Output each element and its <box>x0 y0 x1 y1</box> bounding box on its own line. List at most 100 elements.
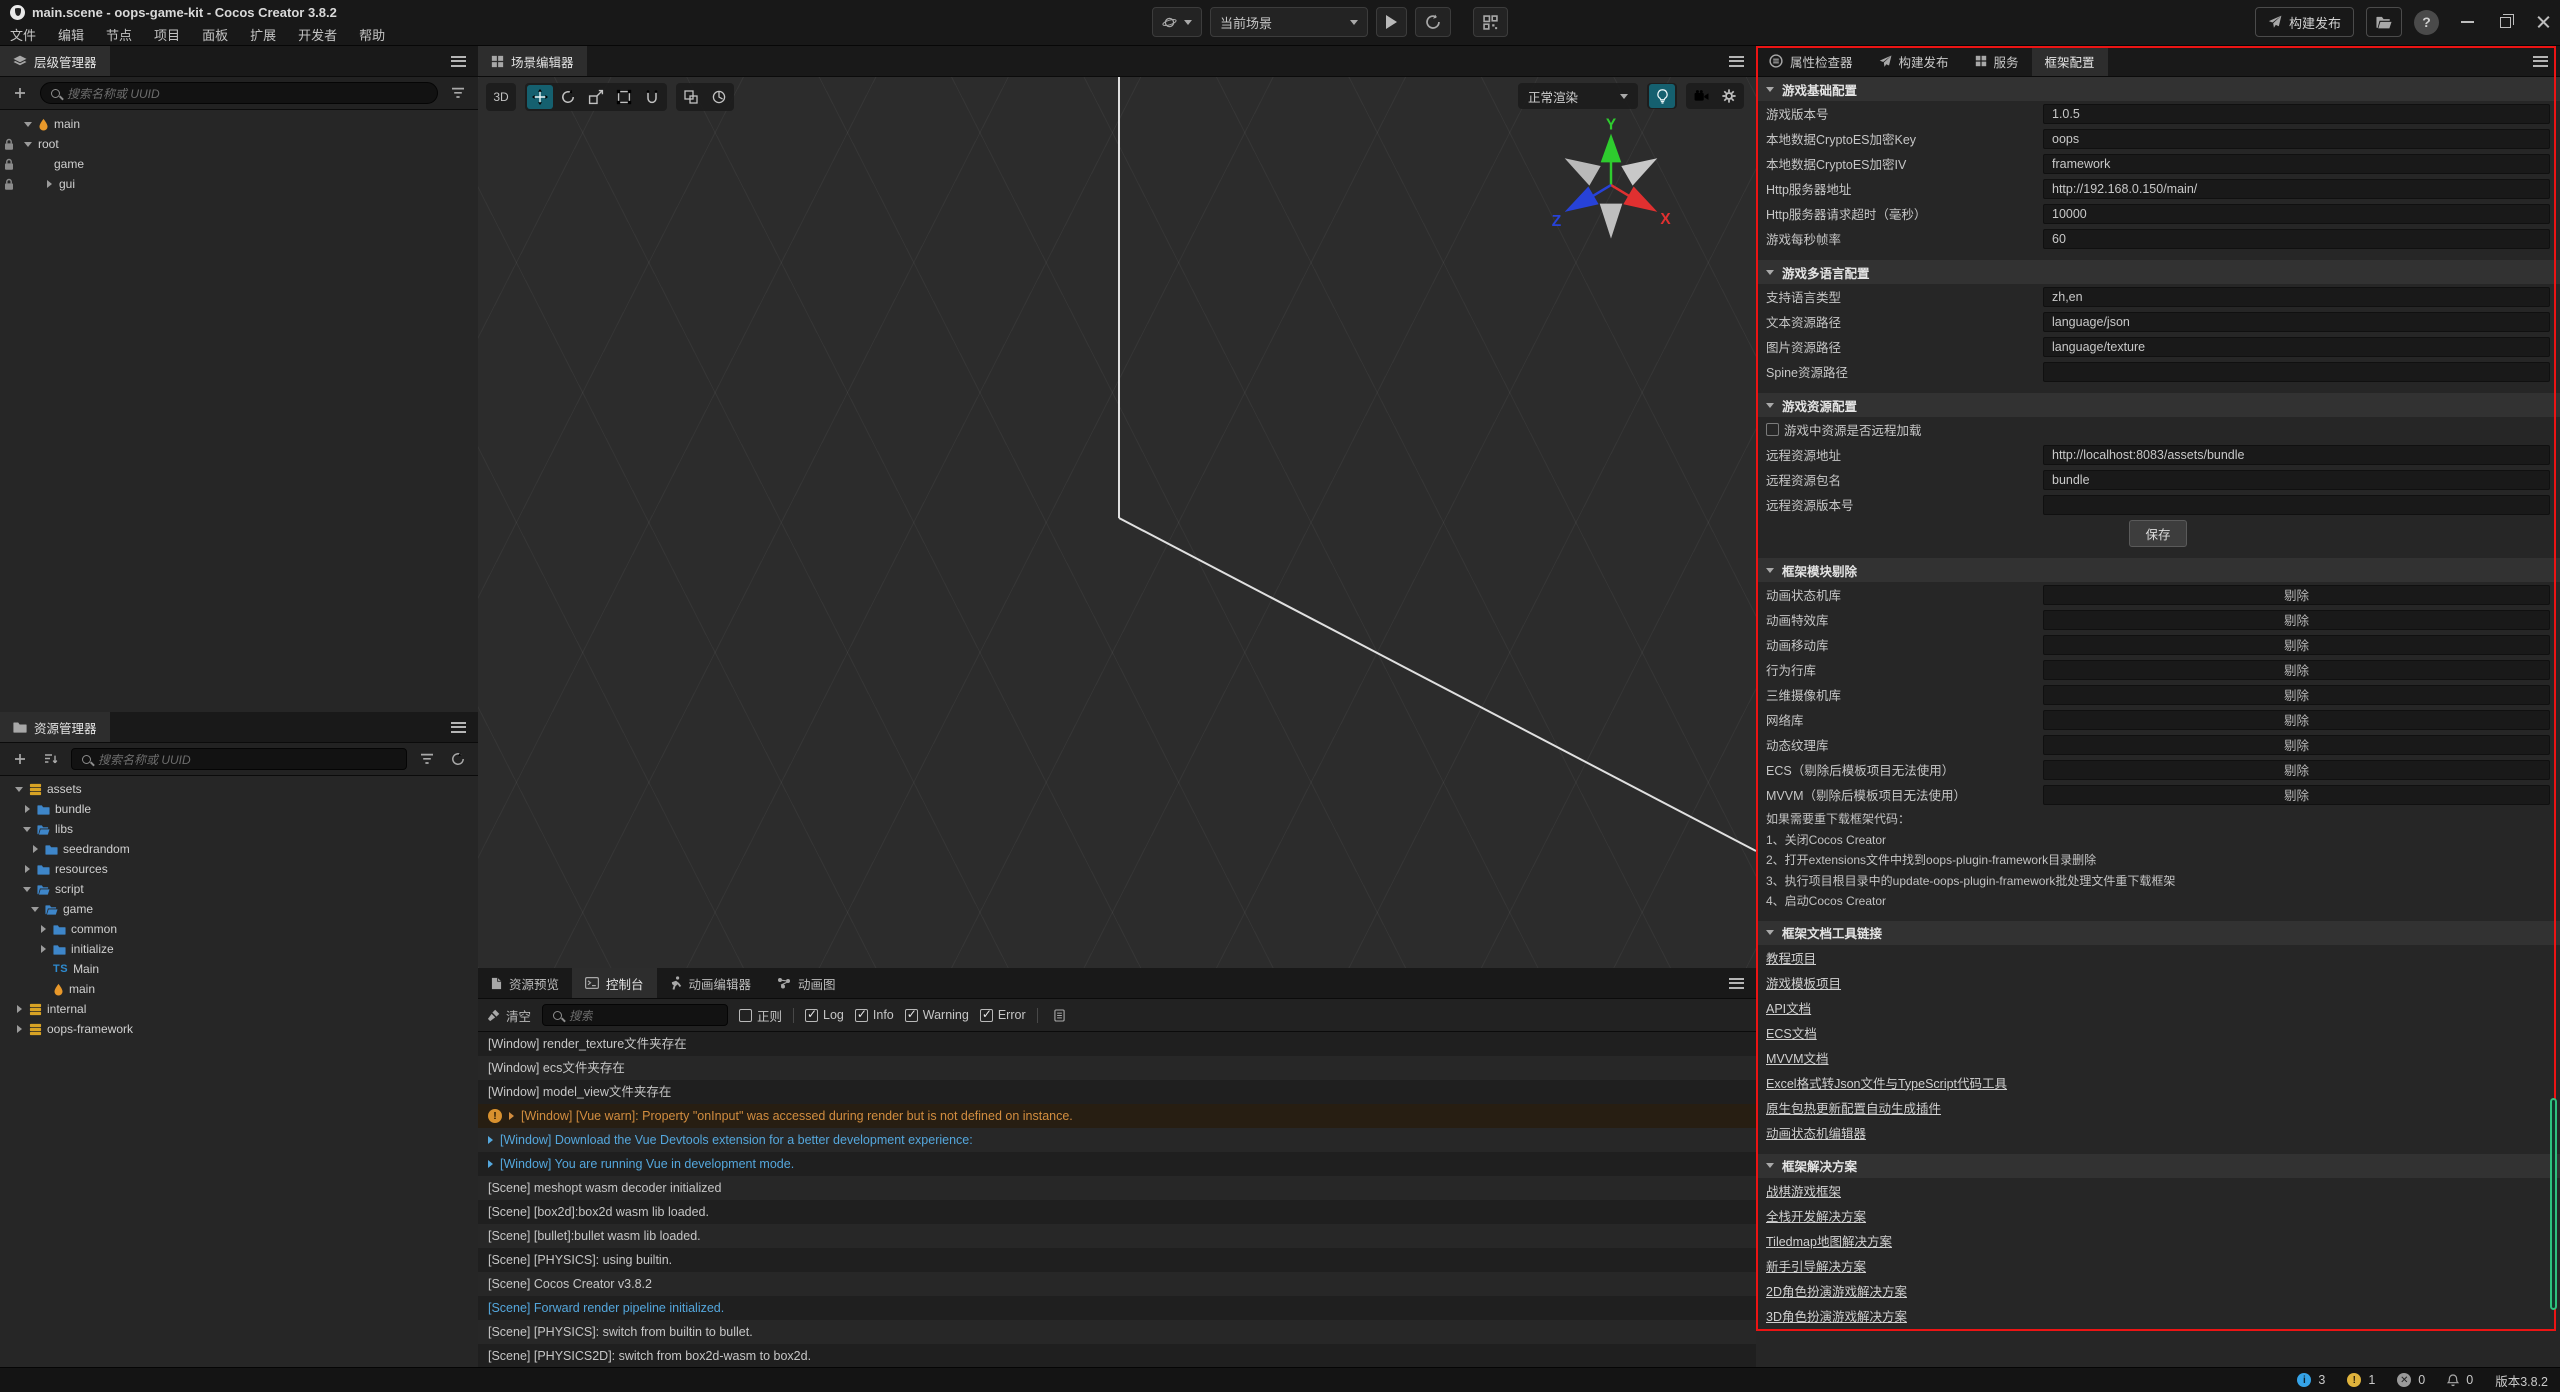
coordinate-toggle-button[interactable] <box>706 85 732 109</box>
hierarchy-node-main[interactable]: main <box>0 114 478 134</box>
filter-error-checkbox[interactable]: Error <box>980 1008 1026 1022</box>
play-button[interactable] <box>1376 7 1407 37</box>
window-close-button[interactable] <box>2537 16 2550 29</box>
remote-bundle-name-input[interactable]: bundle <box>2043 470 2550 490</box>
hierarchy-node-root[interactable]: root <box>0 134 478 154</box>
log-detail-button[interactable] <box>1049 1004 1071 1026</box>
log-row[interactable]: [Scene] meshopt wasm decoder initialized <box>478 1176 1756 1200</box>
render-mode-select[interactable]: 正常渲染 <box>1518 83 1638 109</box>
log-row-warning[interactable]: ! [Window] [Vue warn]: Property "onInput… <box>478 1104 1756 1128</box>
console-search-input[interactable]: 搜索 <box>542 1004 728 1026</box>
axis-gizmo[interactable]: Y X Z <box>1536 113 1686 253</box>
save-button[interactable]: 保存 <box>2129 520 2186 547</box>
section-module-strip[interactable]: 框架模块剔除 <box>1756 558 2560 582</box>
log-row-info[interactable]: [Scene] Forward render pipeline initiali… <box>478 1296 1756 1320</box>
filter-info-checkbox[interactable]: Info <box>855 1008 894 1022</box>
image-res-path-input[interactable]: language/texture <box>2043 337 2550 357</box>
language-types-input[interactable]: zh,en <box>2043 287 2550 307</box>
scene-settings-button[interactable] <box>1716 84 1742 108</box>
log-row[interactable]: [Scene] [PHYSICS2D]: switch from box2d-w… <box>478 1344 1756 1367</box>
link-anim-state-editor[interactable]: 动画状态机编辑器 <box>1766 1123 1866 1142</box>
asset-node-common[interactable]: common <box>0 919 478 939</box>
link-wargame-framework[interactable]: 战棋游戏框架 <box>1766 1181 1841 1200</box>
assets-refresh-button[interactable] <box>447 748 469 770</box>
hierarchy-menu-icon[interactable] <box>451 56 466 67</box>
pivot-toggle-button[interactable] <box>678 85 704 109</box>
tab-framework-config[interactable]: 框架配置 <box>2032 46 2108 76</box>
hierarchy-tab[interactable]: 层级管理器 <box>0 46 110 76</box>
build-publish-button[interactable]: 构建发布 <box>2255 7 2354 37</box>
regex-checkbox[interactable]: 正则 <box>739 1006 782 1025</box>
link-api-doc[interactable]: API文档 <box>1766 998 1811 1017</box>
log-row[interactable]: [Scene] [PHYSICS]: using builtin. <box>478 1248 1756 1272</box>
log-row[interactable]: [Window] model_view文件夹存在 <box>478 1080 1756 1104</box>
tab-services[interactable]: 服务 <box>1962 46 2032 76</box>
asset-node-resources[interactable]: resources <box>0 859 478 879</box>
create-asset-button[interactable] <box>9 748 31 770</box>
expand-chevron-icon[interactable] <box>509 1112 514 1120</box>
strip-module-button[interactable]: 剔除 <box>2043 710 2550 730</box>
asset-node-bundle[interactable]: bundle <box>0 799 478 819</box>
projection-3d-button[interactable]: 3D <box>488 85 514 109</box>
remote-res-version-input[interactable] <box>2043 495 2550 515</box>
section-doc-links[interactable]: 框架文档工具链接 <box>1756 921 2560 945</box>
expand-chevron-icon[interactable] <box>488 1160 493 1168</box>
filter-log-checkbox[interactable]: Log <box>805 1008 844 1022</box>
log-row[interactable]: [Window] ecs文件夹存在 <box>478 1056 1756 1080</box>
log-row[interactable]: [Scene] [box2d]:box2d wasm lib loaded. <box>478 1200 1756 1224</box>
console-log-list[interactable]: [Window] render_texture文件夹存在 [Window] ec… <box>478 1032 1756 1367</box>
asset-node-assets[interactable]: assets <box>0 779 478 799</box>
open-project-folder-button[interactable] <box>2366 7 2402 37</box>
link-hotupdate-plugin[interactable]: 原生包热更新配置自动生成插件 <box>1766 1098 1941 1117</box>
scene-menu-icon[interactable] <box>1729 56 1744 67</box>
assets-filter-button[interactable] <box>416 748 438 770</box>
link-2d-rpg-solution[interactable]: 2D角色扮演游戏解决方案 <box>1766 1281 1907 1300</box>
menu-project[interactable]: 项目 <box>154 25 180 44</box>
hierarchy-search-input[interactable]: 搜索名称或 UUID <box>40 82 438 104</box>
asset-node-oops-framework[interactable]: oops-framework <box>0 1019 478 1039</box>
clear-console-button[interactable]: 清空 <box>487 1006 531 1025</box>
config-menu-icon[interactable] <box>2533 56 2548 67</box>
log-row[interactable]: [Scene] Cocos Creator v3.8.2 <box>478 1272 1756 1296</box>
menu-file[interactable]: 文件 <box>10 25 36 44</box>
warning-count-icon[interactable]: ! <box>2347 1373 2361 1387</box>
reload-button[interactable] <box>1415 7 1451 37</box>
section-resource-config[interactable]: 游戏资源配置 <box>1756 393 2560 417</box>
crypto-iv-input[interactable]: framework <box>2043 154 2550 174</box>
config-scrollbar[interactable] <box>2550 1098 2557 1310</box>
asset-node-libs[interactable]: libs <box>0 819 478 839</box>
window-maximize-button[interactable] <box>2500 17 2511 28</box>
hierarchy-node-gui[interactable]: gui <box>0 174 478 194</box>
scene-select[interactable]: 当前场景 <box>1210 7 1368 37</box>
asset-node-game[interactable]: game <box>0 899 478 919</box>
preview-qr-button[interactable] <box>1473 7 1508 37</box>
link-excel-tool[interactable]: Excel格式转Json文件与TypeScript代码工具 <box>1766 1073 2007 1092</box>
asset-node-script[interactable]: script <box>0 879 478 899</box>
link-ecs-doc[interactable]: ECS文档 <box>1766 1023 1817 1042</box>
section-language-config[interactable]: 游戏多语言配置 <box>1756 260 2560 284</box>
scene-viewport[interactable]: Y X Z 3D 正常渲染 <box>478 77 1756 968</box>
http-server-input[interactable]: http://192.168.0.150/main/ <box>2043 179 2550 199</box>
menu-edit[interactable]: 编辑 <box>58 25 84 44</box>
rotate-tool-button[interactable] <box>555 85 581 109</box>
log-row[interactable]: [Scene] [bullet]:bullet wasm lib loaded. <box>478 1224 1756 1248</box>
scale-tool-button[interactable] <box>583 85 609 109</box>
expand-chevron-icon[interactable] <box>488 1136 493 1144</box>
asset-node-initialize[interactable]: initialize <box>0 939 478 959</box>
assets-menu-icon[interactable] <box>451 722 466 733</box>
tab-asset-preview[interactable]: 资源预览 <box>478 968 572 998</box>
strip-module-button[interactable]: 剔除 <box>2043 760 2550 780</box>
strip-module-button[interactable]: 剔除 <box>2043 660 2550 680</box>
asset-node-seedrandom[interactable]: seedrandom <box>0 839 478 859</box>
remote-res-url-input[interactable]: http://localhost:8083/assets/bundle <box>2043 445 2550 465</box>
text-res-path-input[interactable]: language/json <box>2043 312 2550 332</box>
preview-platform-button[interactable] <box>1152 7 1202 37</box>
rect-tool-button[interactable] <box>611 85 637 109</box>
filter-warning-checkbox[interactable]: Warning <box>905 1008 969 1022</box>
game-version-input[interactable]: 1.0.5 <box>2043 104 2550 124</box>
scene-camera-button[interactable] <box>1688 84 1714 108</box>
section-solutions[interactable]: 框架解决方案 <box>1756 1154 2560 1178</box>
http-timeout-input[interactable]: 10000 <box>2043 204 2550 224</box>
console-menu-icon[interactable] <box>1729 978 1744 989</box>
error-count-icon[interactable]: ✕ <box>2397 1373 2411 1387</box>
